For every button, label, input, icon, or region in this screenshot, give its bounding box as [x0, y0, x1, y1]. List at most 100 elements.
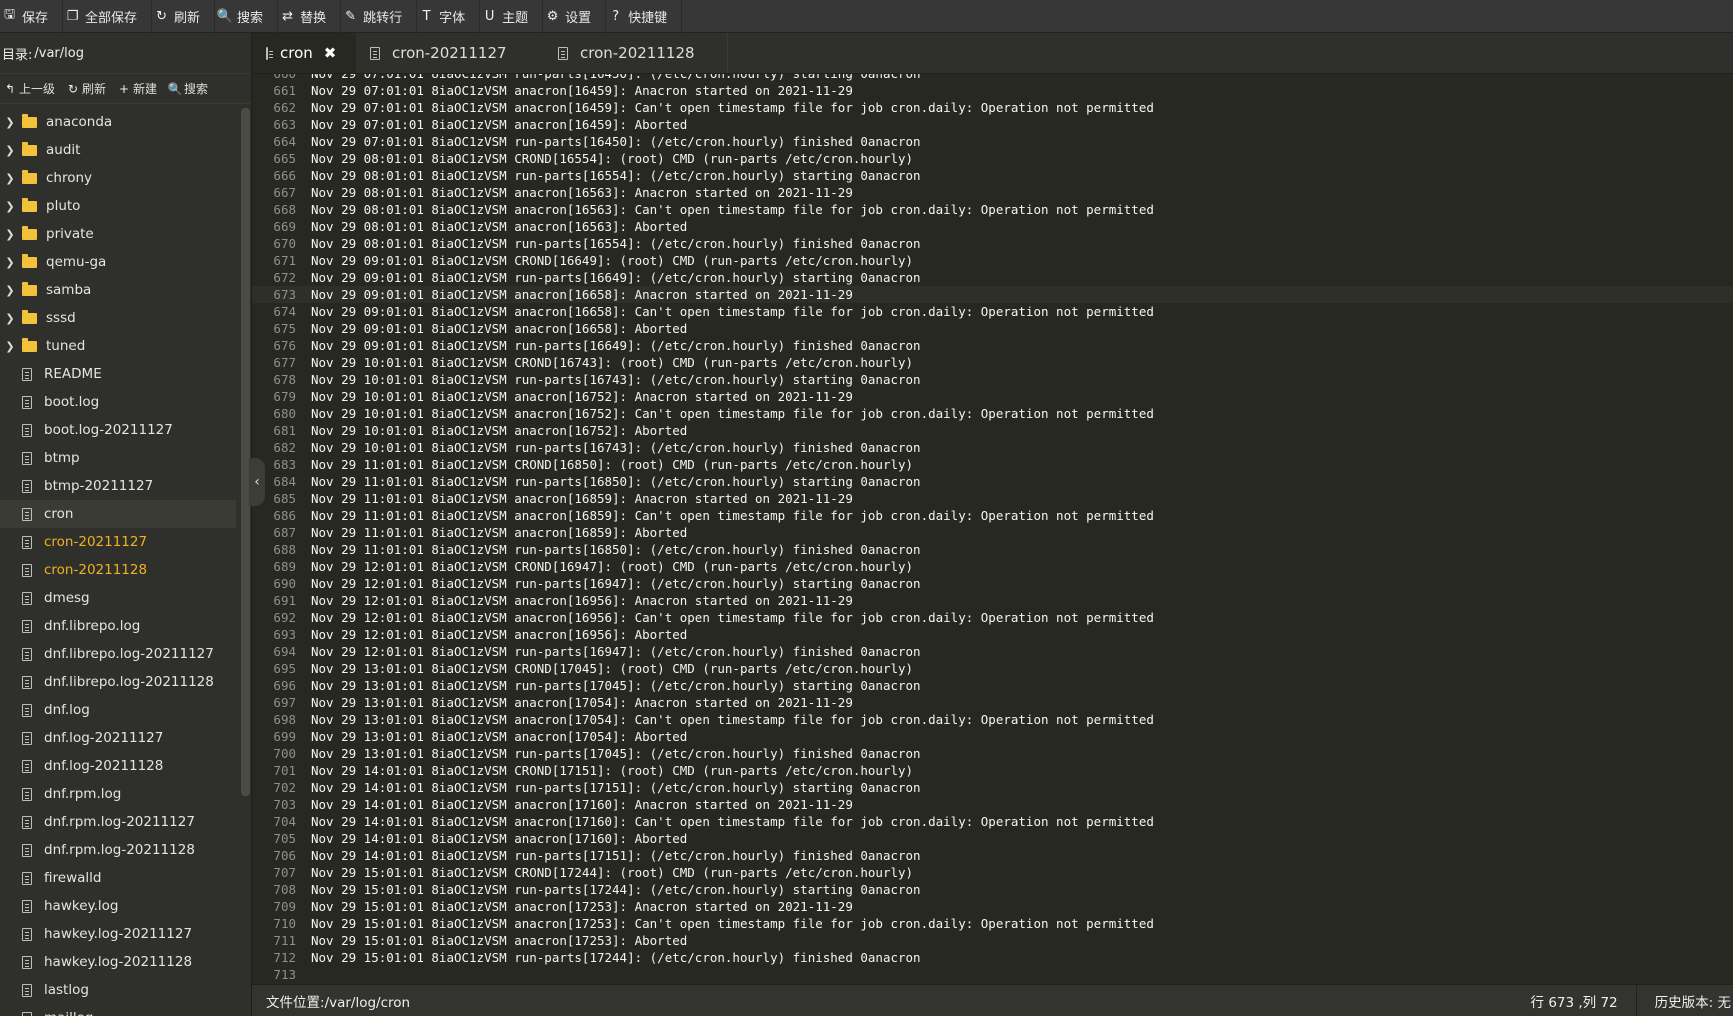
- chevron-right-icon[interactable]: ❯: [4, 312, 16, 325]
- chevron-right-icon[interactable]: ❯: [4, 200, 16, 213]
- tree-file[interactable]: dmesg: [0, 584, 236, 612]
- tab-1[interactable]: cron-20211127: [356, 33, 544, 73]
- toolbar-button-3[interactable]: 🔍 搜索: [215, 0, 279, 33]
- line-number: 673: [273, 287, 296, 302]
- line-text: Nov 29 10:01:01 8iaOC1zVSM run-parts[167…: [311, 372, 921, 387]
- tab-2[interactable]: cron-20211128: [544, 33, 728, 73]
- chevron-right-icon[interactable]: ❯: [4, 256, 16, 269]
- tree-file[interactable]: dnf.rpm.log-20211128: [0, 836, 236, 864]
- line-number: 692: [273, 610, 296, 625]
- tree-file[interactable]: btmp-20211127: [0, 472, 236, 500]
- tree-folder[interactable]: ❯ chrony: [0, 164, 236, 192]
- tree-file[interactable]: dnf.log-20211128: [0, 752, 236, 780]
- tree-file[interactable]: dnf.log: [0, 696, 236, 724]
- code-line: 693 Nov 29 12:01:01 8iaOC1zVSM anacron[16…: [252, 626, 1733, 643]
- file-icon: [22, 675, 32, 689]
- folder-icon: [22, 253, 37, 268]
- toolbar-button-2[interactable]: ↻ 刷新: [152, 0, 216, 33]
- sidebar: 目录: /var/log ↰ 上一级 ↻ 刷新 + 新建 🔍 搜索 ❯ anaconda ❯ aud…: [0, 33, 252, 1016]
- code-line: 678 Nov 29 10:01:01 8iaOC1zVSM run-parts[…: [252, 371, 1733, 388]
- toolbar-button-4[interactable]: ⇄ 替换: [278, 0, 342, 33]
- toolbar-button-8[interactable]: ⚙ 设置: [543, 0, 607, 33]
- code-line: 670 Nov 29 08:01:01 8iaOC1zVSM run-parts[…: [252, 235, 1733, 252]
- tree-item-label: btmp-20211127: [44, 478, 154, 494]
- line-text: Nov 29 09:01:01 8iaOC1zVSM run-parts[166…: [311, 338, 921, 353]
- tree-file[interactable]: hawkey.log-20211127: [0, 920, 236, 948]
- tree-folder[interactable]: ❯ pluto: [0, 192, 236, 220]
- tree-file[interactable]: lastlog: [0, 976, 236, 1004]
- history-version[interactable]: 历史版本: 无: [1635, 985, 1733, 1016]
- sidebar-action-0[interactable]: ↰ 上一级: [0, 80, 63, 97]
- tree-file[interactable]: btmp: [0, 444, 236, 472]
- tree-file[interactable]: dnf.rpm.log-20211127: [0, 808, 236, 836]
- code-editor[interactable]: 660Nov 29 07:01:01 8iaOC1zVSM run-parts[…: [252, 74, 1733, 984]
- tree-folder[interactable]: ❯ tuned: [0, 332, 236, 360]
- tree-item-label: qemu-ga: [46, 254, 107, 270]
- file-icon: [22, 759, 32, 773]
- sidebar-action-1[interactable]: ↻ 刷新: [63, 80, 114, 97]
- tree-file[interactable]: boot.log-20211127: [0, 416, 236, 444]
- file-location: 文件位置:/var/log/cron: [266, 991, 410, 1011]
- tree-file[interactable]: cron-20211127: [0, 528, 236, 556]
- toolbar-button-7[interactable]: U 主题: [480, 0, 544, 33]
- tree-folder[interactable]: ❯ private: [0, 220, 236, 248]
- file-icon: [22, 619, 32, 633]
- tree-folder[interactable]: ❯ qemu-ga: [0, 248, 236, 276]
- code-line: 663 Nov 29 07:01:01 8iaOC1zVSM anacron[16…: [252, 116, 1733, 133]
- toolbar-button-label: 替换: [300, 10, 327, 26]
- chevron-right-icon[interactable]: ❯: [4, 116, 16, 129]
- tree-file[interactable]: hawkey.log-20211128: [0, 948, 236, 976]
- line-number: 680: [273, 406, 296, 421]
- line-text: Nov 29 08:01:01 8iaOC1zVSM run-parts[165…: [311, 168, 921, 183]
- gear-icon: ⚙: [546, 8, 559, 24]
- chevron-right-icon[interactable]: ❯: [4, 172, 16, 185]
- tree-file[interactable]: maillog: [0, 1004, 236, 1016]
- tree-folder[interactable]: ❯ samba: [0, 276, 236, 304]
- tab-label: cron: [280, 44, 313, 62]
- tree-file[interactable]: cron-20211128: [0, 556, 236, 584]
- chevron-right-icon[interactable]: ❯: [4, 340, 16, 353]
- tree-file[interactable]: dnf.librepo.log-20211127: [0, 640, 236, 668]
- line-text: Nov 29 15:01:01 8iaOC1zVSM CROND[17244]:…: [311, 865, 914, 880]
- tree-file[interactable]: README: [0, 360, 236, 388]
- tree-file[interactable]: dnf.librepo.log-20211128: [0, 668, 236, 696]
- chevron-right-icon[interactable]: ❯: [4, 284, 16, 297]
- line-text: Nov 29 11:01:01 8iaOC1zVSM anacron[16859…: [311, 491, 853, 506]
- toolbar-button-6[interactable]: T 字体: [417, 0, 481, 33]
- tree-file[interactable]: hawkey.log: [0, 892, 236, 920]
- sidebar-collapse-button[interactable]: ‹: [249, 458, 265, 506]
- close-icon[interactable]: ✖: [324, 44, 337, 62]
- tree-item-label: chrony: [46, 170, 93, 186]
- code-line: 686 Nov 29 11:01:01 8iaOC1zVSM anacron[16…: [252, 507, 1733, 524]
- code-line: 711 Nov 29 15:01:01 8iaOC1zVSM anacron[17…: [252, 932, 1733, 949]
- tree-file[interactable]: dnf.rpm.log: [0, 780, 236, 808]
- file-icon: [22, 899, 32, 913]
- sidebar-action-2[interactable]: + 新建: [114, 80, 165, 97]
- tree-file[interactable]: cron: [0, 500, 236, 528]
- chevron-right-icon[interactable]: ❯: [4, 228, 16, 241]
- tree-folder[interactable]: ❯ anaconda: [0, 108, 236, 136]
- toolbar-button-label: 全部保存: [85, 10, 138, 26]
- chevron-right-icon[interactable]: ❯: [4, 144, 16, 157]
- line-number: 695: [273, 661, 296, 676]
- toolbar-button-1[interactable]: ❐ 全部保存: [63, 0, 153, 33]
- toolbar-button-label: 保存: [22, 10, 49, 26]
- directory-bar: 目录: /var/log: [0, 33, 251, 74]
- tree-file[interactable]: boot.log: [0, 388, 236, 416]
- tree-file[interactable]: dnf.log-20211127: [0, 724, 236, 752]
- tree-folder[interactable]: ❯ audit: [0, 136, 236, 164]
- toolbar-button-9[interactable]: ? 快捷键: [606, 0, 683, 33]
- line-text: Nov 29 09:01:01 8iaOC1zVSM anacron[16658…: [311, 304, 1154, 319]
- toolbar-button-0[interactable]: 🖫 保存: [0, 0, 64, 33]
- code-line: 707 Nov 29 15:01:01 8iaOC1zVSM CROND[1724…: [252, 864, 1733, 881]
- toolbar-button-5[interactable]: ✎ 跳转行: [341, 0, 418, 33]
- sidebar-scrollbar[interactable]: [241, 108, 250, 796]
- tree-file[interactable]: firewalld: [0, 864, 236, 892]
- tree-folder[interactable]: ❯ sssd: [0, 304, 236, 332]
- help-icon: ?: [612, 8, 620, 24]
- sidebar-action-3[interactable]: 🔍 搜索: [165, 80, 216, 97]
- tab-0[interactable]: cron ✖: [252, 33, 356, 73]
- tree-item-label: audit: [46, 142, 81, 158]
- tree-file[interactable]: dnf.librepo.log: [0, 612, 236, 640]
- tree-item-label: dnf.log-20211128: [44, 758, 164, 774]
